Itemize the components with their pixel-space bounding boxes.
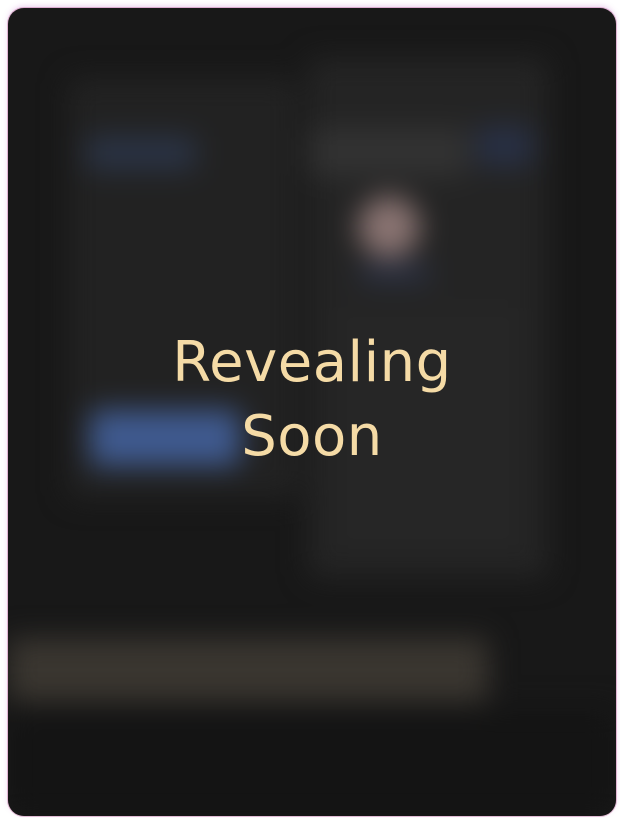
teaser-card: Revealing Soon: [8, 8, 616, 816]
reveal-overlay: Revealing Soon: [8, 8, 616, 816]
revealing-soon-label: Revealing Soon: [172, 330, 452, 469]
